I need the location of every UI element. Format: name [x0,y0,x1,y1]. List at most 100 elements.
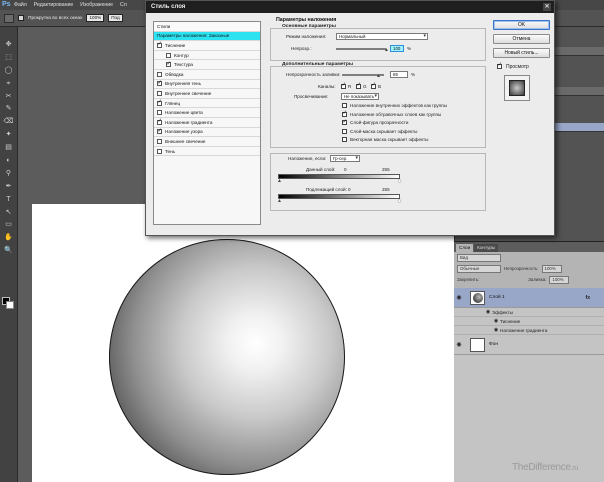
layer-row-background[interactable]: ◉ Фон [454,335,604,355]
style-item[interactable]: Контур [154,51,260,61]
effect-item[interactable]: ◉ Наложение градиента [454,326,604,335]
opacity-slider-track[interactable] [336,48,386,50]
crop-tool-icon[interactable]: ✂ [3,91,15,102]
tab-layers[interactable]: Слои [456,244,474,252]
style-item[interactable]: Глянец [154,99,260,109]
pen-tool-icon[interactable]: ✒ [3,181,15,192]
opacity-slider-thumb[interactable]: ▲ [384,48,389,53]
style-checkbox[interactable] [157,128,162,135]
dialog-titlebar[interactable]: Стиль слоя ✕ [146,1,554,13]
hand-tool-icon[interactable]: ✋ [3,232,15,243]
shape-tool-icon[interactable]: ▭ [3,219,15,230]
channel-r-checkbox[interactable] [341,82,346,89]
zoom-tool-icon[interactable]: 🔍 [3,245,15,256]
style-checkbox[interactable] [157,110,162,116]
layer-kind-filter[interactable]: Вид [457,253,501,262]
close-icon[interactable]: ✕ [543,3,551,11]
channel-b-checkbox[interactable] [371,82,376,89]
style-checkbox[interactable] [166,61,171,68]
advanced-option-checkbox[interactable] [342,128,347,134]
layer-name[interactable]: Фон [489,342,498,347]
styles-header[interactable]: Стили [154,22,260,32]
visibility-eye-icon[interactable]: ◉ [454,341,464,348]
eraser-tool-icon[interactable]: ⌫ [3,116,15,127]
blend-if-select[interactable]: Гр-сер. [330,155,360,162]
style-item[interactable]: Тень [154,147,260,157]
ok-button[interactable]: OK [493,20,550,30]
background-color-swatch[interactable] [6,301,14,309]
style-item[interactable]: Внешнее свечение [154,137,260,147]
visibility-eye-icon[interactable]: ◉ [492,327,500,333]
style-item[interactable]: Текстура [154,60,260,70]
visibility-eye-icon[interactable]: ◉ [492,318,500,324]
underlying-layer-label: Подлежащий слой: [306,187,347,192]
style-item[interactable]: Внутреннее свечение [154,89,260,99]
zoom-field[interactable]: 100% [86,14,105,22]
tool-preset-picker[interactable] [4,13,14,23]
layer-fill-field[interactable]: 100% [549,275,570,284]
visibility-eye-icon[interactable]: ◉ [454,294,464,301]
opacity-field[interactable]: 100 [390,45,404,52]
layer-opacity-field[interactable]: 100% [541,264,562,273]
effects-row[interactable]: ◉ Эффекты [454,308,604,317]
style-item[interactable]: Внутренняя тень [154,80,260,90]
layers-panel-tabs: Слои Контуры [454,242,604,252]
menu-file[interactable]: Файл [14,2,27,8]
fill-opacity-field[interactable]: 85 [390,71,408,78]
style-checkbox[interactable] [166,52,171,58]
quick-select-tool-icon[interactable]: ⌖ [3,78,15,89]
blend-mode-select[interactable]: Нормальный [336,33,428,40]
underlying-black-slider[interactable]: ▲ [277,199,282,204]
style-checkbox[interactable] [157,41,162,48]
style-item[interactable]: Наложение узора [154,128,260,138]
path-select-tool-icon[interactable]: ↖ [3,207,15,218]
cancel-button[interactable]: Отмена [493,34,550,44]
layer-row-layer1[interactable]: ◉ Слой 1 fx [454,288,604,308]
knockout-select[interactable]: Не показывать [341,93,379,100]
type-tool-icon[interactable]: T [3,194,15,205]
style-item[interactable]: Тиснение [154,41,260,51]
preview-checkbox[interactable] [497,62,502,69]
this-layer-white-slider[interactable]: ▲ [397,179,402,184]
style-checkbox[interactable] [157,90,162,96]
brush-tool-icon[interactable]: ✎ [3,103,15,114]
style-item[interactable]: Обводка [154,70,260,80]
this-layer-black-slider[interactable]: ▲ [277,179,282,184]
style-checkbox[interactable] [157,71,162,77]
advanced-option-checkbox[interactable] [342,137,347,143]
layer-name[interactable]: Слой 1 [489,295,505,300]
menu-image[interactable]: Изображение [80,2,113,8]
tab-paths[interactable]: Контуры [474,244,499,252]
menu-layer[interactable]: Сл [120,2,127,8]
healing-tool-icon[interactable]: ✦ [3,129,15,140]
style-item[interactable]: Наложение цвета [154,108,260,118]
effect-item[interactable]: ◉ Тиснение [454,317,604,326]
move-tool-icon[interactable]: ✥ [3,39,15,50]
advanced-option-checkbox[interactable] [342,119,347,126]
fill-opacity-slider-thumb[interactable]: ▲ [376,74,381,79]
visibility-eye-icon[interactable]: ◉ [484,309,492,315]
effects-label: Эффекты [492,309,513,315]
style-checkbox[interactable] [157,80,162,87]
dodge-tool-icon[interactable]: ◐ [3,155,15,166]
style-checkbox[interactable] [157,118,162,125]
advanced-option-checkbox[interactable] [342,110,347,117]
scroll-all-windows-checkbox[interactable] [18,15,24,21]
style-checkbox[interactable] [157,99,162,106]
new-style-button[interactable]: Новый стиль... [493,48,550,58]
fit-screen-button[interactable]: Под [108,14,123,22]
underlying-white-slider[interactable]: ▲ [397,199,402,204]
marquee-tool-icon[interactable]: ⬚ [3,52,15,63]
blur-tool-icon[interactable]: ⚲ [3,168,15,179]
style-checkbox[interactable] [157,138,162,144]
style-item[interactable]: Наложение градиента [154,118,260,128]
fx-icon[interactable]: fx [586,295,590,301]
gradient-tool-icon[interactable]: ▤ [3,142,15,153]
style-checkbox[interactable] [157,148,162,154]
channel-g-checkbox[interactable] [356,82,361,89]
menu-edit[interactable]: Редактирование [34,2,74,8]
lasso-tool-icon[interactable]: ◯ [3,65,15,76]
style-item[interactable]: Параметры наложения: Заказные [154,31,260,42]
layer-blend-mode-select[interactable]: Обычные [457,264,501,273]
advanced-option-checkbox[interactable] [342,103,347,108]
